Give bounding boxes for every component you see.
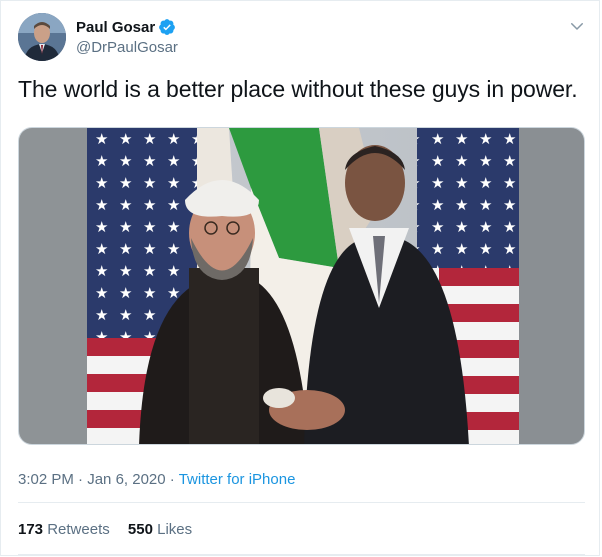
verified-badge-icon [159, 19, 175, 35]
divider [18, 502, 585, 503]
likes-stat[interactable]: 550 Likes [128, 521, 192, 538]
tweet-meta: 3:02 PM · Jan 6, 2020 · Twitter for iPho… [18, 470, 295, 490]
meta-separator: · [78, 471, 84, 488]
tweet-date[interactable]: Jan 6, 2020 [87, 471, 165, 488]
tweet-source-link[interactable]: Twitter for iPhone [179, 471, 296, 488]
tweet-text: The world is a better place without thes… [18, 76, 578, 102]
chevron-down-icon[interactable] [568, 17, 586, 35]
retweets-label: Retweets [47, 521, 110, 538]
likes-count: 550 [127, 521, 153, 538]
tweet-photo[interactable]: ★ [18, 127, 585, 445]
likes-label: Likes [157, 521, 193, 538]
tweet-card: Paul Gosar @DrPaulGosar The world is a b… [0, 0, 600, 556]
retweets-stat[interactable]: 173 Retweets [18, 521, 110, 538]
divider [18, 554, 585, 555]
avatar-portrait [18, 13, 66, 61]
meta-separator: · [169, 471, 175, 488]
tweet-time[interactable]: 3:02 PM [18, 471, 74, 488]
retweets-count: 173 [18, 521, 44, 538]
author-name[interactable]: Paul Gosar [76, 18, 155, 38]
photo-image: ★ [19, 128, 584, 444]
author-handle[interactable]: @DrPaulGosar [76, 38, 178, 58]
tweet-stats: 173 Retweets 550 Likes [18, 520, 192, 540]
author-avatar[interactable] [18, 13, 66, 61]
